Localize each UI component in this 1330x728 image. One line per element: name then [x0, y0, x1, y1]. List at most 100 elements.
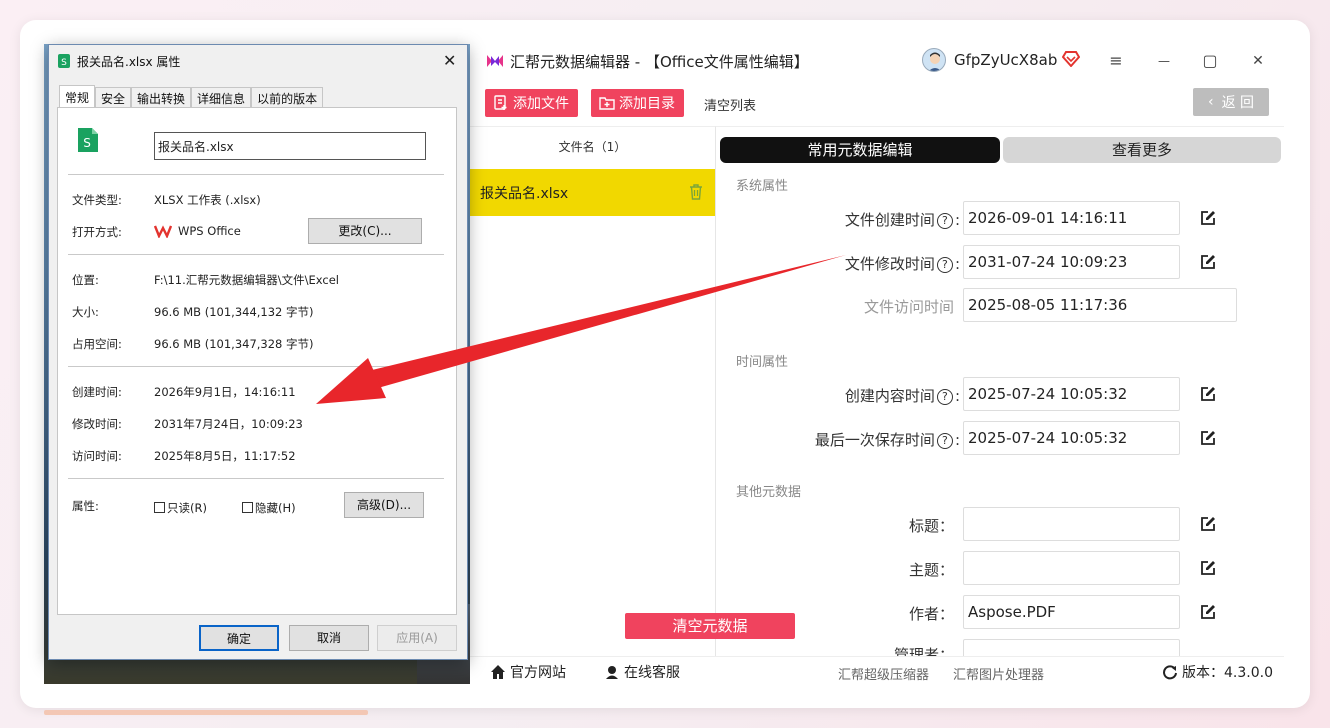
maximize-button[interactable]: ▢ — [1198, 50, 1222, 72]
last-saved-field[interactable]: 2025-07-24 10:05:32 — [963, 421, 1180, 455]
ok-button[interactable]: 确定 — [199, 625, 279, 651]
accessed-time-label: 文件访问时间 — [863, 298, 954, 316]
user-avatar[interactable] — [922, 48, 946, 72]
readonly-label: 只读(R) — [167, 501, 207, 515]
back-label: 返 回 — [1221, 95, 1255, 111]
support-label: 在线客服 — [624, 665, 680, 681]
username[interactable]: GfpZyUcX8ab — [954, 51, 1057, 69]
edit-icon[interactable] — [1199, 209, 1217, 227]
tab-output-convert[interactable]: 输出转换 — [131, 87, 192, 107]
clear-metadata-button[interactable]: 清空元数据 — [625, 613, 795, 639]
disk-size-label: 占用空间: — [72, 337, 122, 351]
add-directory-button[interactable]: 添加目录 — [591, 89, 684, 117]
edit-icon[interactable] — [1199, 559, 1217, 577]
dialog-close-button[interactable]: ✕ — [443, 51, 456, 70]
footer: 官方网站 在线客服 汇帮超级压缩器 汇帮图片处理器 版本：4.3.0.0 — [470, 656, 1284, 684]
add-file-button[interactable]: 添加文件 — [485, 89, 578, 117]
edit-icon[interactable] — [1199, 253, 1217, 271]
file-name: 报关品名.xlsx — [480, 185, 569, 202]
tab-view-more[interactable]: 查看更多 — [1003, 137, 1281, 163]
tab-security[interactable]: 安全 — [95, 87, 132, 107]
properties-dialog: S 报关品名.xlsx 属性 ✕ 常规 安全 输出转换 详细信息 以前的版本 S… — [48, 44, 468, 660]
file-list-panel: 文件名（1） 报关品名.xlsx — [470, 126, 716, 656]
tab-common-metadata[interactable]: 常用元数据编辑 — [720, 137, 1000, 163]
minimize-button[interactable]: — — [1152, 50, 1176, 72]
modified-value: 2031年7月24日，10:09:23 — [154, 417, 303, 431]
back-button[interactable]: ‹ 返 回 — [1193, 88, 1269, 116]
tab-previous-versions[interactable]: 以前的版本 — [251, 87, 324, 107]
spreadsheet-file-icon: S — [78, 128, 98, 152]
app-logo-icon — [487, 55, 503, 67]
help-icon[interactable]: ? — [936, 389, 953, 405]
add-file-icon — [494, 95, 507, 110]
image-tool-link[interactable]: 汇帮图片处理器 — [953, 664, 1044, 683]
modified-time-field[interactable]: 2031-07-24 10:09:23 — [963, 245, 1180, 279]
dialog-title: 报关品名.xlsx 属性 — [77, 55, 181, 69]
checkbox-box — [242, 502, 253, 513]
clear-list-button[interactable]: 清空列表 — [704, 95, 756, 114]
advanced-button[interactable]: 高级(D)... — [344, 492, 424, 518]
hidden-checkbox[interactable]: 隐藏(H) — [242, 500, 296, 516]
open-with-label: 打开方式: — [72, 225, 122, 239]
help-icon[interactable]: ? — [936, 433, 953, 449]
filename-input[interactable]: 报关品名.xlsx — [154, 132, 426, 160]
wps-logo-icon — [154, 225, 172, 238]
home-icon — [491, 665, 505, 679]
website-label: 官方网站 — [510, 665, 566, 681]
subject-field[interactable] — [963, 551, 1180, 585]
toolbar: 添加文件 添加目录 清空列表 ‹ 返 回 — [470, 86, 1284, 120]
dialog-general-page: S 报关品名.xlsx 文件类型: XLSX 工作表 (.xlsx) 打开方式:… — [57, 107, 457, 615]
created-value: 2026年9月1日，14:16:11 — [154, 385, 296, 399]
cancel-button[interactable]: 取消 — [289, 625, 369, 651]
manager-label: 管理者： — [893, 646, 954, 656]
section-time-properties: 时间属性 — [736, 355, 789, 370]
compressor-link[interactable]: 汇帮超级压缩器 — [838, 664, 929, 683]
tab-details[interactable]: 详细信息 — [191, 87, 252, 107]
checkbox-box — [154, 502, 165, 513]
divider — [68, 366, 444, 367]
add-file-label: 添加文件 — [513, 96, 569, 112]
trash-icon[interactable] — [689, 184, 703, 200]
edit-icon[interactable] — [1199, 603, 1217, 621]
title-label: 标题： — [908, 517, 954, 535]
hidden-label: 隐藏(H) — [255, 501, 296, 515]
content-created-field[interactable]: 2025-07-24 10:05:32 — [963, 377, 1180, 411]
tab-general[interactable]: 常规 — [59, 85, 96, 107]
last-saved-label: 最后一次保存时间?: — [814, 431, 960, 449]
help-icon[interactable]: ? — [936, 257, 953, 273]
change-button[interactable]: 更改(C)... — [308, 218, 422, 244]
section-system-properties: 系统属性 — [736, 179, 789, 194]
svg-text:S: S — [83, 136, 91, 150]
app-title: 汇帮元数据编辑器 - 【Office文件属性编辑】 — [510, 53, 809, 71]
title-field[interactable] — [963, 507, 1180, 541]
headset-icon — [606, 666, 618, 679]
website-link[interactable]: 官方网站 — [490, 662, 566, 682]
menu-icon[interactable]: ≡ — [1104, 50, 1128, 72]
metadata-editor-window: 汇帮元数据编辑器 - 【Office文件属性编辑】 GfpZyUcX8ab ≡ … — [470, 44, 1284, 684]
attributes-label: 属性: — [72, 499, 99, 513]
file-list-item[interactable]: 报关品名.xlsx — [470, 169, 715, 216]
manager-field[interactable] — [963, 639, 1180, 656]
accessed-label: 访问时间: — [72, 449, 122, 463]
modified-label: 修改时间: — [72, 417, 122, 431]
modified-time-label: 文件修改时间?: — [844, 255, 960, 273]
bottom-accent-bar — [44, 710, 368, 715]
subject-label: 主题： — [908, 561, 954, 579]
close-button[interactable]: ✕ — [1246, 50, 1270, 72]
vip-diamond-icon[interactable] — [1062, 51, 1080, 67]
created-time-field[interactable]: 2026-09-01 14:16:11 — [963, 201, 1180, 235]
version-info[interactable]: 版本：4.3.0.0 — [1162, 662, 1273, 682]
help-icon[interactable]: ? — [936, 213, 953, 229]
file-list-header: 文件名（1） — [558, 140, 627, 154]
edit-icon[interactable] — [1199, 429, 1217, 447]
readonly-checkbox[interactable]: 只读(R) — [154, 500, 207, 516]
author-label: 作者： — [908, 605, 954, 623]
created-time-label: 文件创建时间?: — [844, 211, 960, 229]
accessed-time-field: 2025-08-05 11:17:36 — [963, 288, 1237, 322]
edit-icon[interactable] — [1199, 515, 1217, 533]
support-link[interactable]: 在线客服 — [604, 662, 680, 682]
edit-icon[interactable] — [1199, 385, 1217, 403]
open-with-value: WPS Office — [178, 224, 241, 238]
apply-button[interactable]: 应用(A) — [377, 625, 457, 651]
author-field[interactable]: Aspose.PDF — [963, 595, 1180, 629]
